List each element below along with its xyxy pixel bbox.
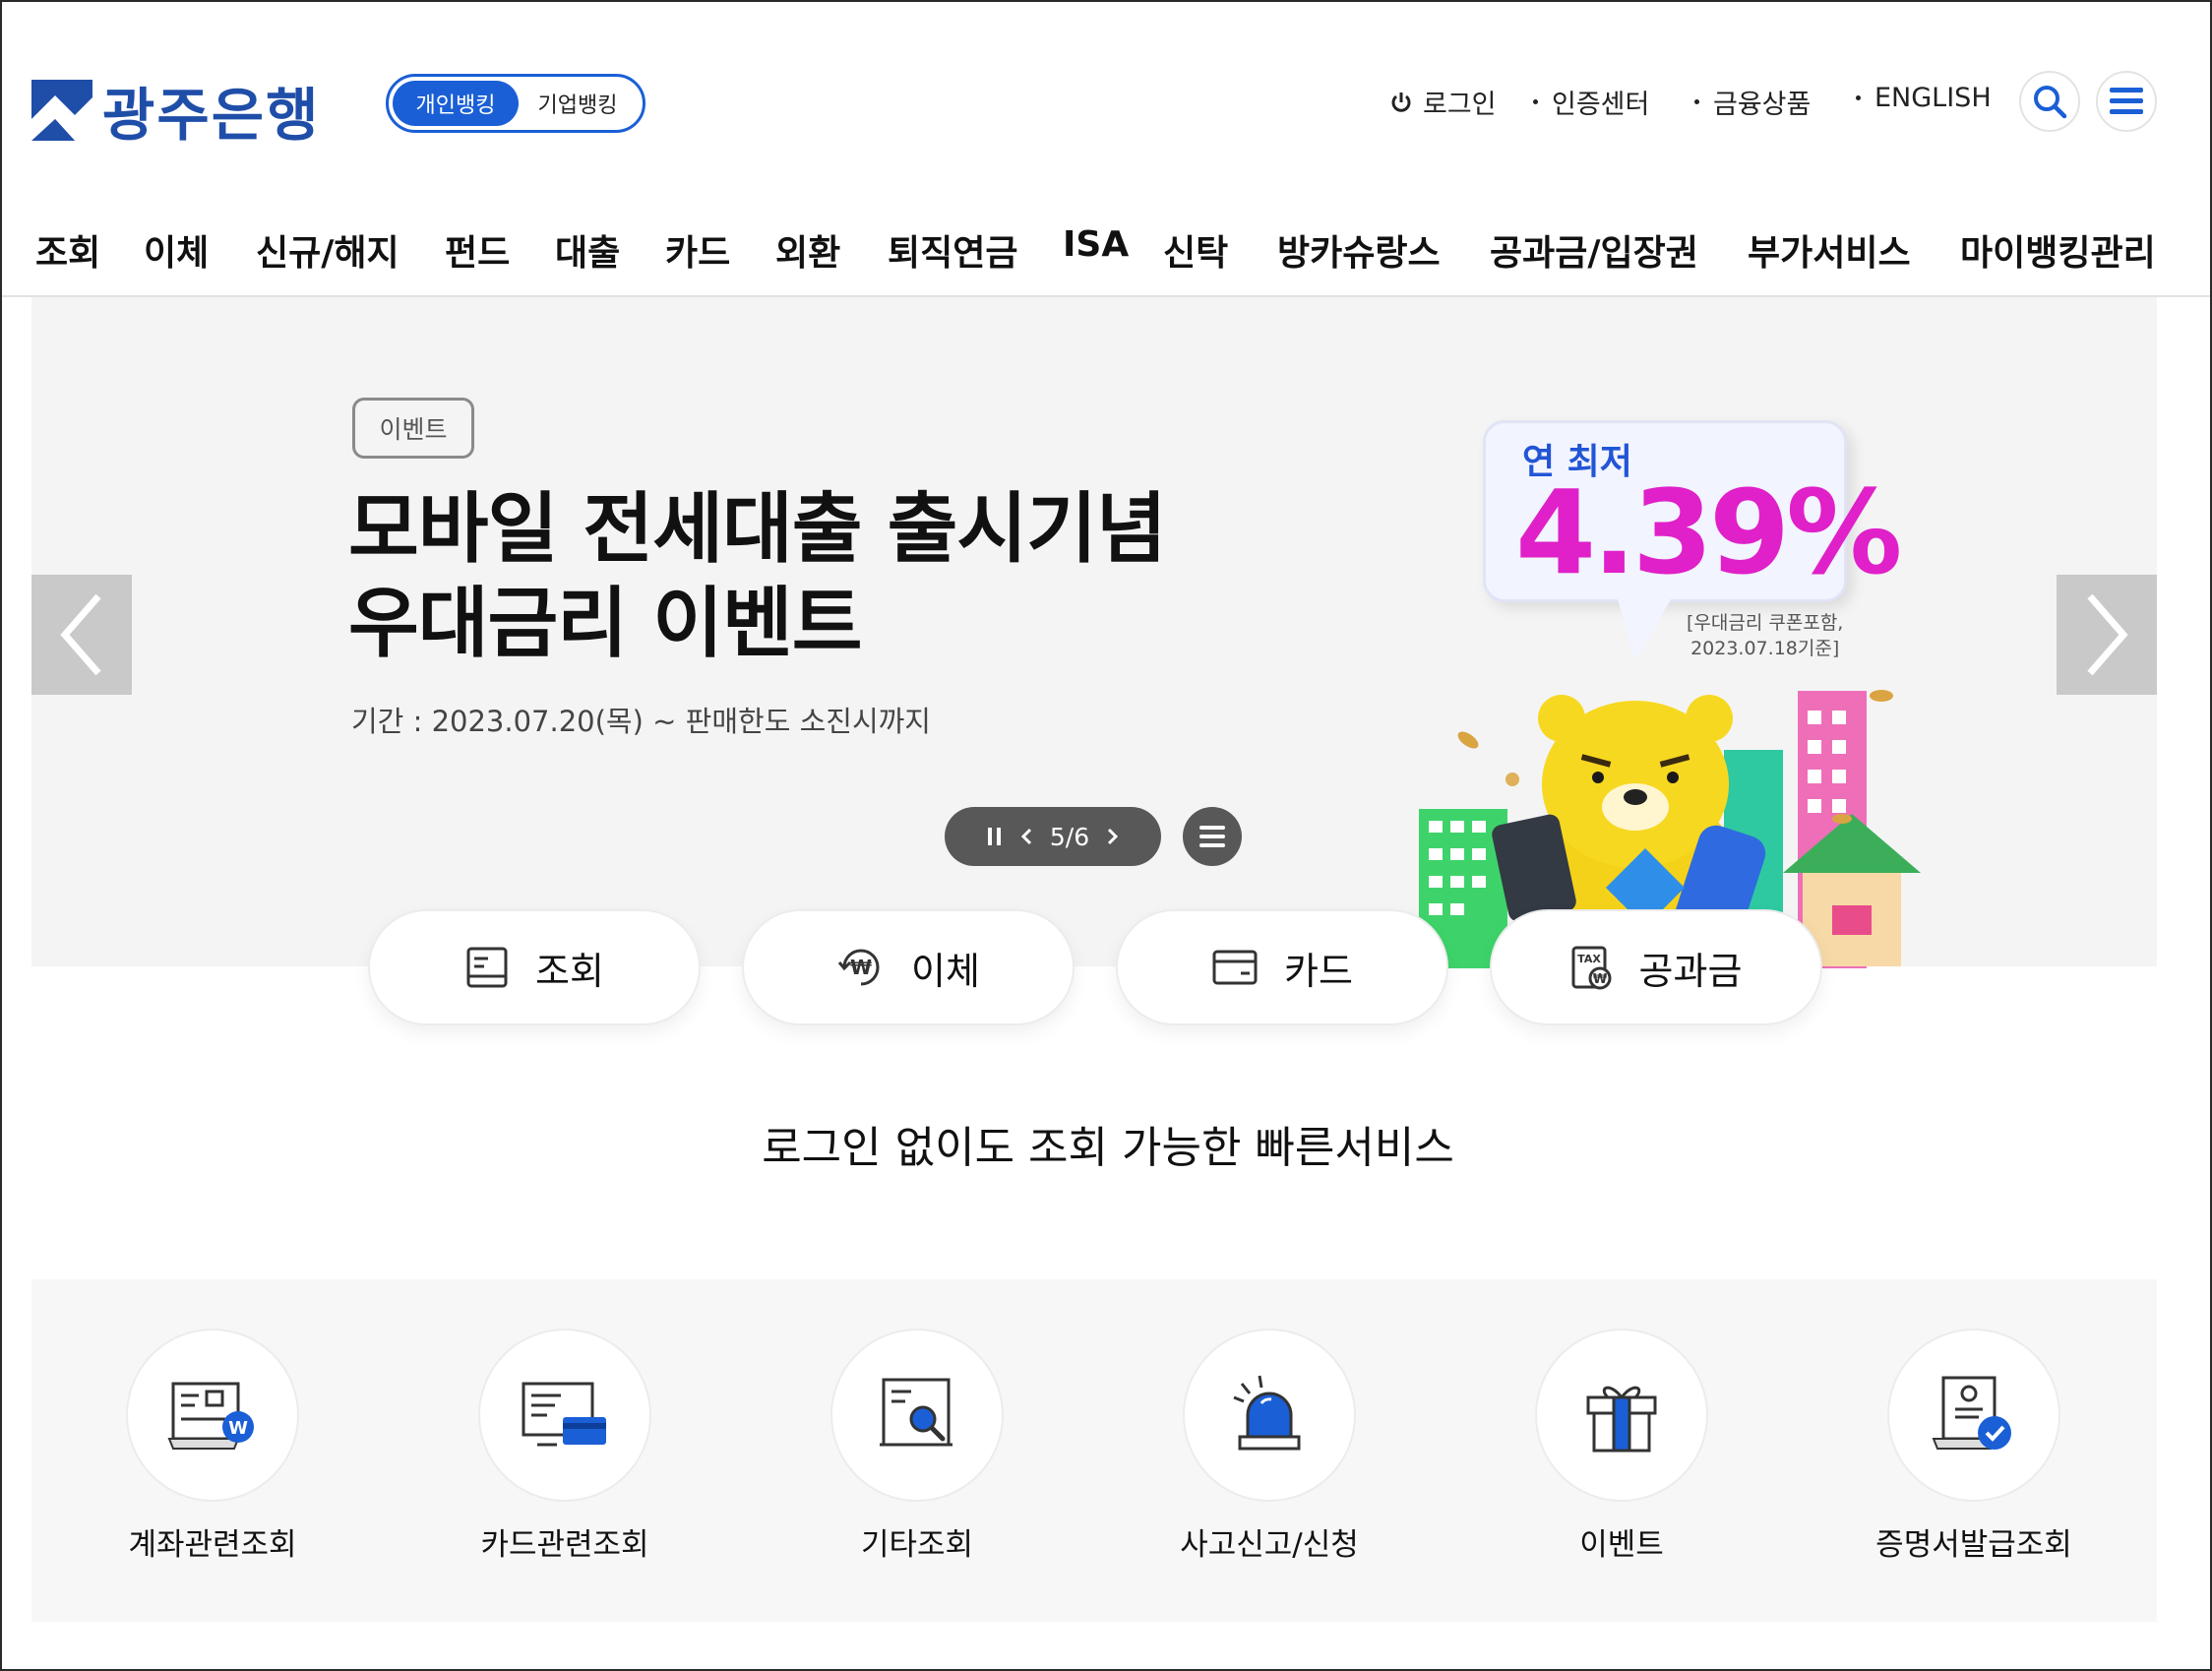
chevron-right-icon	[2087, 593, 2128, 676]
gnb-item-trust[interactable]: 신탁	[1163, 224, 1228, 276]
header: 광주은행 개인뱅킹 기업뱅킹 로그인 인증센터 금융상품 ENGLISH 조회 …	[2, 2, 2210, 297]
svg-text:₩: ₩	[1592, 972, 1607, 987]
gnb-item-open-close[interactable]: 신규/해지	[256, 224, 399, 276]
tax-icon: TAX ₩	[1571, 946, 1612, 990]
ledger-icon	[466, 947, 508, 988]
gnb-item-utility-tickets[interactable]: 공과금/입장권	[1490, 224, 1698, 276]
login-link[interactable]: 로그인	[1389, 83, 1497, 121]
search-button[interactable]	[2019, 71, 2080, 132]
pause-button[interactable]	[987, 827, 1003, 846]
svg-text:TAX: TAX	[1577, 953, 1601, 965]
hero-next-button[interactable]	[2057, 575, 2157, 695]
card-icon	[1212, 950, 1258, 985]
cert-center-link[interactable]: 인증센터	[1533, 83, 1649, 121]
brand-name: 광주은행	[102, 82, 321, 149]
hero-period: 기간 : 2023.07.20(목) ~ 판매한도 소진시까지	[351, 705, 931, 738]
corporate-banking-tab[interactable]: 기업뱅킹	[519, 81, 637, 126]
gnb-item-mybanking[interactable]: 마이뱅킹관리	[1960, 224, 2156, 276]
power-icon	[1389, 91, 1413, 114]
menu-button[interactable]	[2096, 71, 2157, 132]
quick-transfer-button[interactable]: ₩ 이체	[742, 909, 1075, 1025]
magnifier-document-icon	[880, 1378, 952, 1447]
financial-products-link[interactable]: 금융상품	[1694, 83, 1811, 121]
quick-card-button[interactable]: 카드	[1116, 909, 1448, 1025]
event-tag: 이벤트	[352, 398, 474, 459]
service-incident-report[interactable]: 사고신고/신청	[1151, 1329, 1387, 1564]
rate-value: 4.39%	[1515, 464, 1902, 600]
logo-mark-icon	[31, 80, 92, 141]
gnb-item-pension[interactable]: 퇴직연금	[888, 224, 1017, 276]
service-account-inquiry[interactable]: W 계좌관련조회	[94, 1329, 331, 1564]
transfer-won-icon: ₩	[837, 949, 880, 986]
svg-text:₩: ₩	[850, 956, 872, 979]
quick-service-title: 로그인 없이도 조회 가능한 빠른서비스	[762, 1123, 1454, 1173]
quick-utility-button[interactable]: TAX ₩ 공과금	[1490, 909, 1822, 1025]
siren-icon	[1233, 1375, 1301, 1451]
menu-icon	[2110, 88, 2143, 114]
hero-title: 모바일 전세대출 출시기념 우대금리 이벤트	[348, 485, 1167, 668]
chevron-left-icon	[1020, 828, 1031, 845]
service-other-inquiry[interactable]: 기타조회	[799, 1329, 1035, 1564]
gnb-item-loan[interactable]: 대출	[555, 224, 620, 276]
pause-icon	[987, 828, 1001, 845]
gnb-item-inquiry[interactable]: 조회	[35, 224, 100, 276]
gift-icon	[1586, 1386, 1657, 1453]
service-certificate-inquiry[interactable]: 증명서발급조회	[1856, 1329, 2092, 1564]
quick-service-area	[31, 1279, 2157, 1622]
gnb-item-fund[interactable]: 펀드	[445, 224, 510, 276]
banking-toggle: 개인뱅킹 기업뱅킹	[386, 74, 645, 133]
hero-list-button[interactable]	[1183, 807, 1242, 866]
card-monitor-icon	[522, 1382, 606, 1447]
personal-banking-tab[interactable]: 개인뱅킹	[393, 81, 519, 126]
gnb-item-isa[interactable]: ISA	[1063, 224, 1129, 265]
rate-note: [우대금리 쿠폰포함, 2023.07.18기준]	[1687, 612, 1844, 659]
gnb-item-bancassurance[interactable]: 방카슈랑스	[1277, 224, 1441, 276]
chevron-right-icon	[1108, 828, 1119, 845]
gnb-item-foreign-exchange[interactable]: 외환	[775, 224, 840, 276]
certificate-icon	[1932, 1376, 2011, 1450]
search-icon	[2034, 86, 2067, 119]
quick-inquiry-button[interactable]: 조회	[368, 909, 701, 1025]
rate-bubble-tail	[1616, 592, 1675, 661]
svg-text:W: W	[228, 1418, 248, 1439]
pager-next-button[interactable]	[1107, 828, 1119, 845]
gnb-item-card[interactable]: 카드	[665, 224, 730, 276]
gnb-item-transfer[interactable]: 이체	[144, 224, 209, 276]
gnb-item-additional-services[interactable]: 부가서비스	[1748, 224, 1911, 276]
pager-prev-button[interactable]	[1020, 828, 1032, 845]
account-document-icon: W	[167, 1382, 254, 1450]
hero-prev-button[interactable]	[31, 575, 132, 695]
logo[interactable]: 광주은행	[31, 69, 320, 152]
pager-count: 5/6	[1049, 822, 1090, 851]
chevron-left-icon	[60, 593, 101, 676]
list-icon	[1199, 826, 1225, 847]
service-card-inquiry[interactable]: 카드관련조회	[447, 1329, 683, 1564]
hero-pager: 5/6	[945, 807, 1161, 866]
service-event[interactable]: 이벤트	[1504, 1329, 1740, 1564]
page-frame: 광주은행 개인뱅킹 기업뱅킹 로그인 인증센터 금융상품 ENGLISH 조회 …	[0, 0, 2212, 1671]
english-link[interactable]: ENGLISH	[1856, 83, 1992, 113]
